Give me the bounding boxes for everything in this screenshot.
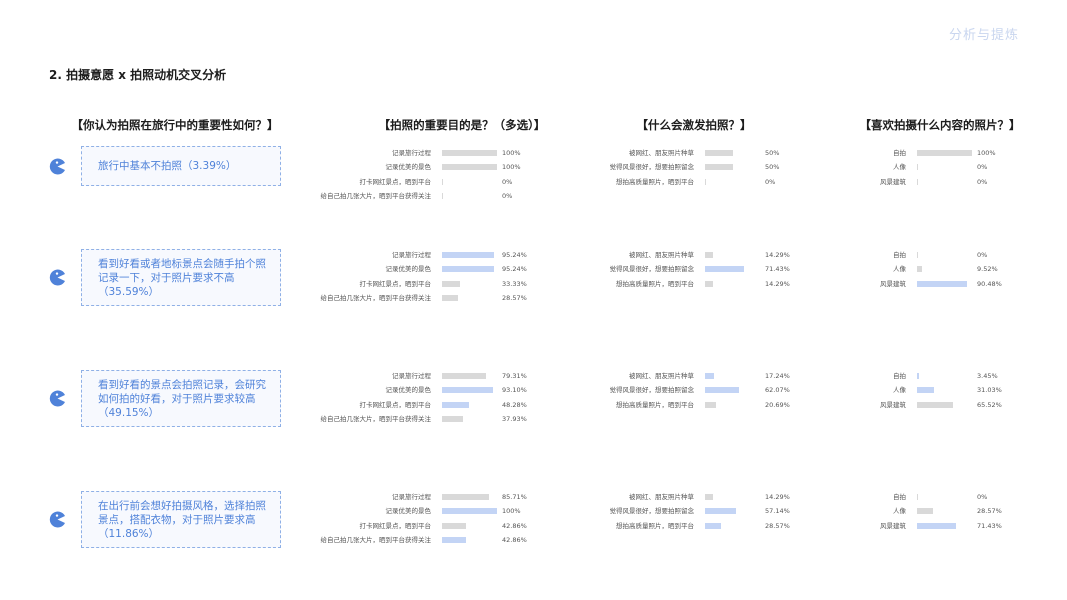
content-label-text: 风景建筑 bbox=[880, 279, 906, 288]
content-bar-value: 9.52% bbox=[977, 265, 998, 274]
corner-label: 分析与提炼 bbox=[948, 28, 1019, 43]
content-bar bbox=[917, 401, 954, 408]
content-bar bbox=[917, 508, 933, 515]
content-bar bbox=[917, 373, 919, 379]
content-bar-track bbox=[917, 401, 972, 408]
content-bar-label: 风景建筑 bbox=[0, 398, 906, 412]
purpose-bar-label: 给自己拍几张大片，晒到平台获得关注 bbox=[0, 412, 432, 426]
content-label-text: 自拍 bbox=[893, 493, 906, 501]
purpose-bar-value: 37.93% bbox=[502, 414, 527, 423]
content-bar-value: 31.03% bbox=[977, 386, 1002, 395]
content-bar bbox=[917, 387, 935, 394]
content-bar-label: 人像 bbox=[0, 262, 906, 276]
content-bar-track bbox=[917, 387, 972, 394]
content-bar-label: 自拍 bbox=[0, 146, 906, 160]
purpose-bar-track bbox=[442, 415, 497, 422]
content-bar-label: 人像 bbox=[0, 504, 906, 518]
content-bar-label: 风景建筑 bbox=[0, 277, 906, 291]
content-label-text: 风景建筑 bbox=[880, 521, 906, 530]
purpose-bar bbox=[442, 294, 458, 301]
content-bar-value: 3.45% bbox=[977, 372, 998, 380]
content-bar-track bbox=[917, 266, 972, 273]
header-trigger: 【什么会激发拍照？】 bbox=[636, 118, 752, 132]
purpose-bar-label: 给自己拍几张大片，晒到平台获得关注 bbox=[0, 291, 432, 305]
content-bar-track bbox=[917, 252, 972, 258]
content-bar bbox=[917, 494, 918, 500]
purpose-bar-track bbox=[442, 536, 497, 543]
purpose-label-text: 给自己拍几张大片，晒到平台获得关注 bbox=[320, 535, 432, 544]
purpose-bar bbox=[442, 536, 466, 543]
purpose-bar-label: 给自己拍几张大片，晒到平台获得关注 bbox=[0, 533, 432, 547]
purpose-bar-track bbox=[442, 192, 497, 199]
content-bar-track bbox=[917, 494, 972, 500]
content-bar-track bbox=[917, 373, 972, 379]
content-bar-track bbox=[917, 178, 972, 185]
content-bar-value: 0% bbox=[977, 163, 988, 172]
content-bar bbox=[917, 150, 972, 156]
section-title: 2. 拍摄意愿 x 拍照动机交叉分析 bbox=[49, 68, 227, 82]
content-label-text: 自拍 bbox=[893, 149, 906, 157]
content-label-text: 风景建筑 bbox=[880, 177, 906, 186]
purpose-bar-value: 42.86% bbox=[502, 535, 527, 544]
content-bar-value: 71.43% bbox=[977, 521, 1002, 530]
content-bar-label: 风景建筑 bbox=[0, 519, 906, 533]
content-bar bbox=[917, 178, 918, 185]
content-label-text: 自拍 bbox=[893, 251, 906, 259]
content-bar-track bbox=[917, 280, 972, 287]
content-label-text: 人像 bbox=[893, 163, 906, 172]
content-bar-track bbox=[917, 164, 972, 171]
content-bar bbox=[917, 280, 967, 287]
header-importance: 【你认为拍照在旅行中的重要性如何？】 bbox=[71, 118, 279, 132]
content-bar bbox=[917, 522, 957, 529]
content-bar-value: 100% bbox=[977, 149, 996, 157]
content-bar-label: 自拍 bbox=[0, 490, 906, 504]
content-bar bbox=[917, 266, 923, 273]
content-label-text: 风景建筑 bbox=[880, 400, 906, 409]
content-bar-track bbox=[917, 508, 972, 515]
content-bar-value: 0% bbox=[977, 493, 988, 501]
header-content: 【喜欢拍摄什么内容的照片？】 bbox=[859, 118, 1021, 132]
content-bar-label: 自拍 bbox=[0, 248, 906, 262]
purpose-bar-track bbox=[442, 294, 497, 301]
content-bar-label: 人像 bbox=[0, 383, 906, 397]
purpose-bar bbox=[442, 415, 463, 422]
content-bar-value: 90.48% bbox=[977, 279, 1002, 288]
content-label-text: 人像 bbox=[893, 386, 906, 395]
content-bar bbox=[917, 164, 918, 171]
purpose-label-text: 给自己拍几张大片，晒到平台获得关注 bbox=[320, 293, 432, 302]
content-label-text: 人像 bbox=[893, 507, 906, 516]
content-bar-value: 65.52% bbox=[977, 400, 1002, 409]
purpose-bar bbox=[442, 192, 443, 199]
purpose-bar-value: 28.57% bbox=[502, 293, 527, 302]
purpose-bar-label: 给自己拍几张大片，晒到平台获得关注 bbox=[0, 189, 432, 203]
header-purpose: 【拍照的重要目的是？（多选）】 bbox=[378, 118, 546, 132]
content-bar-label: 人像 bbox=[0, 160, 906, 174]
purpose-label-text: 给自己拍几张大片，晒到平台获得关注 bbox=[320, 191, 432, 200]
content-bar-label: 自拍 bbox=[0, 369, 906, 383]
content-bar-value: 0% bbox=[977, 251, 988, 259]
content-label-text: 人像 bbox=[893, 265, 906, 274]
content-bar-track bbox=[917, 150, 972, 156]
content-bar-value: 0% bbox=[977, 177, 988, 186]
content-bar-value: 28.57% bbox=[977, 507, 1002, 516]
content-bar-label: 风景建筑 bbox=[0, 175, 906, 189]
purpose-label-text: 给自己拍几张大片，晒到平台获得关注 bbox=[320, 414, 432, 423]
content-bar-track bbox=[917, 522, 972, 529]
purpose-bar-value: 0% bbox=[502, 191, 513, 200]
content-bar bbox=[917, 252, 918, 258]
content-label-text: 自拍 bbox=[893, 372, 906, 380]
